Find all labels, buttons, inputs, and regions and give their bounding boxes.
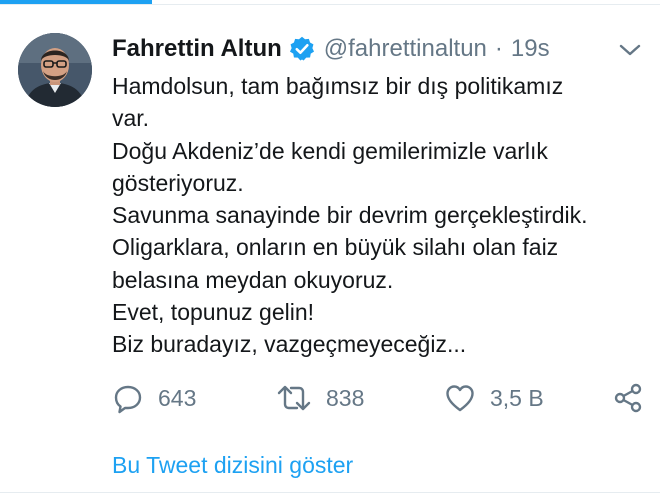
- chevron-down-icon[interactable]: [617, 40, 643, 60]
- tweet-line: Savunma sanayinde bir devrim gerçekleşti…: [112, 202, 588, 229]
- tweet-text: Hamdolsun, tam bağımsız bir dış politika…: [112, 70, 652, 361]
- bottom-divider: [0, 492, 660, 493]
- tweet-line: belasına meydan okuyoruz.: [112, 266, 394, 293]
- reply-count: 643: [158, 384, 197, 411]
- verified-badge-icon: [288, 35, 316, 63]
- author-handle[interactable]: @fahrettinaltun: [324, 35, 487, 63]
- tweet-line: Evet, topunuz gelin!: [112, 299, 315, 326]
- reply-button[interactable]: 643: [112, 380, 196, 416]
- tweet-actions: 643 838 3,5 B: [112, 380, 652, 416]
- avatar-image: [18, 33, 92, 107]
- tweet-line: Biz buradayız, vazgeçmeyeceğiz...: [112, 331, 467, 358]
- heart-icon: [444, 382, 476, 414]
- tweet-timestamp[interactable]: 19s: [511, 35, 550, 63]
- share-icon: [612, 382, 644, 414]
- avatar[interactable]: [18, 33, 92, 107]
- retweet-count: 838: [326, 384, 365, 411]
- author-name[interactable]: Fahrettin Altun: [112, 35, 282, 63]
- like-count: 3,5 B: [490, 384, 544, 411]
- top-divider: [0, 4, 660, 5]
- tweet-header: Fahrettin Altun @fahrettinaltun · 19s: [112, 32, 642, 66]
- tweet-line: Hamdolsun, tam bağımsız bir dış politika…: [112, 73, 564, 99]
- retweet-icon: [276, 382, 312, 414]
- header-separator: ·: [494, 35, 503, 62]
- tweet-line: Doğu Akdeniz’de kendi gemilerimizle varl…: [112, 137, 548, 164]
- like-button[interactable]: 3,5 B: [444, 380, 544, 416]
- share-button[interactable]: [612, 380, 644, 416]
- tweet-line: var.: [112, 105, 150, 132]
- retweet-button[interactable]: 838: [276, 380, 364, 416]
- show-thread-link[interactable]: Bu Tweet dizisini göster: [112, 452, 353, 479]
- tweet-line: Oligarklara, onların en büyük silahı ola…: [112, 234, 559, 261]
- tweet-line: gösteriyoruz.: [112, 169, 244, 196]
- reply-icon: [112, 382, 144, 414]
